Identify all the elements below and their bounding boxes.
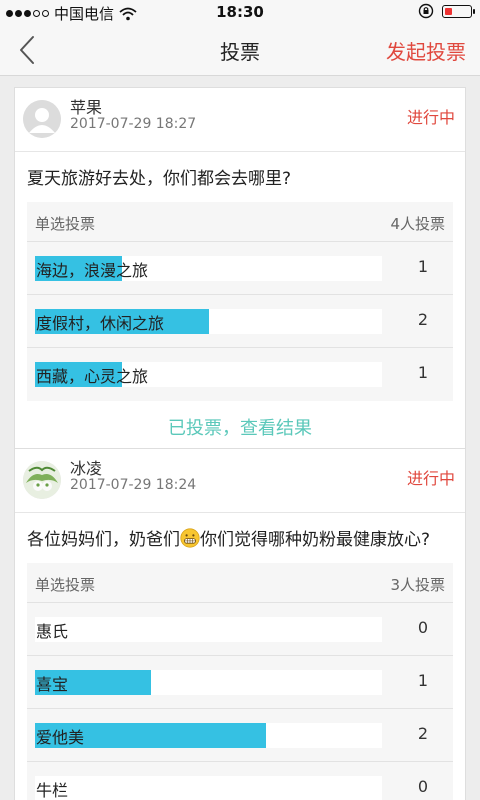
battery-icon (442, 4, 475, 18)
poll-options: 单选投票 3人投票 惠氏 0 喜宝 1 爱他美 2 牛栏 0 (27, 563, 453, 800)
option-label: 度假村，休闲之旅 (36, 314, 165, 333)
vote-bar (35, 617, 382, 642)
option-count: 1 (417, 671, 429, 690)
poll-option[interactable]: 牛栏 0 (27, 762, 453, 800)
status-right (418, 3, 475, 19)
poll-type: 单选投票 (35, 576, 96, 594)
username[interactable]: 冰凌 (70, 455, 102, 479)
poll-option[interactable]: 喜宝 1 (27, 656, 453, 709)
avatar[interactable] (23, 100, 61, 138)
rotation-lock-icon (418, 3, 434, 19)
option-label: 爱他美 (36, 728, 85, 747)
poll-list: 苹果 2017-07-29 18:27 进行中 夏天旅游好去处，你们都会去哪里?… (0, 76, 480, 800)
question-text: 你们觉得哪种奶粉最健康放心? (200, 530, 431, 550)
poll-type: 单选投票 (35, 215, 96, 233)
option-count: 1 (417, 363, 429, 382)
poll-card: 冰凌 2017-07-29 18:24 进行中 各位妈妈们，奶爸们 你们觉得哪种… (14, 448, 466, 800)
poll-option[interactable]: 爱他美 2 (27, 709, 453, 762)
option-label: 喜宝 (36, 675, 69, 694)
option-label: 海边，浪漫之旅 (36, 261, 149, 280)
post-time: 2017-07-29 18:24 (70, 477, 197, 493)
create-poll-button[interactable]: 发起投票 (386, 36, 466, 65)
poll-option[interactable]: 西藏，心灵之旅 1 (27, 348, 453, 401)
status-badge: 进行中 (406, 108, 455, 127)
poll-option[interactable]: 海边，浪漫之旅 1 (27, 242, 453, 295)
option-count: 0 (417, 777, 429, 796)
poll-card-header: 苹果 2017-07-29 18:27 进行中 (15, 88, 465, 152)
option-count: 0 (417, 618, 429, 637)
default-avatar-icon (23, 100, 61, 138)
option-label: 西藏，心灵之旅 (36, 367, 149, 386)
poll-option[interactable]: 惠氏 0 (27, 603, 453, 656)
nav-bar: 投票 发起投票 (0, 24, 480, 76)
vote-bar (35, 776, 382, 800)
option-label: 惠氏 (36, 622, 69, 641)
option-count: 1 (417, 257, 429, 276)
status-bar: 中国电信 18:30 (0, 0, 480, 24)
vote-total: 4人投票 (390, 215, 445, 233)
poll-question: 夏天旅游好去处，你们都会去哪里? (27, 169, 292, 189)
avatar[interactable] (23, 461, 61, 499)
post-time: 2017-07-29 18:27 (70, 116, 197, 132)
poll-summary: 单选投票 3人投票 (27, 563, 453, 603)
poll-option[interactable]: 度假村，休闲之旅 2 (27, 295, 453, 348)
poll-card: 苹果 2017-07-29 18:27 进行中 夏天旅游好去处，你们都会去哪里?… (14, 87, 466, 458)
option-label: 牛栏 (36, 781, 69, 800)
question-text: 各位妈妈们，奶爸们 (27, 530, 180, 550)
avatar-image (23, 461, 61, 499)
poll-card-header: 冰凌 2017-07-29 18:24 进行中 (15, 449, 465, 513)
status-badge: 进行中 (406, 469, 455, 488)
vote-total: 3人投票 (390, 576, 445, 594)
poll-options: 单选投票 4人投票 海边，浪漫之旅 1 度假村，休闲之旅 2 西藏，心灵之旅 1 (27, 202, 453, 401)
option-count: 2 (417, 724, 429, 743)
username[interactable]: 苹果 (70, 94, 102, 118)
poll-question: 各位妈妈们，奶爸们 你们觉得哪种奶粉最健康放心? (15, 513, 465, 563)
status-time: 18:30 (216, 3, 264, 21)
option-count: 2 (417, 310, 429, 329)
poll-summary: 单选投票 4人投票 (27, 202, 453, 242)
vote-bar (35, 723, 382, 748)
vote-bar (35, 670, 382, 695)
grinning-face-icon (180, 528, 200, 548)
